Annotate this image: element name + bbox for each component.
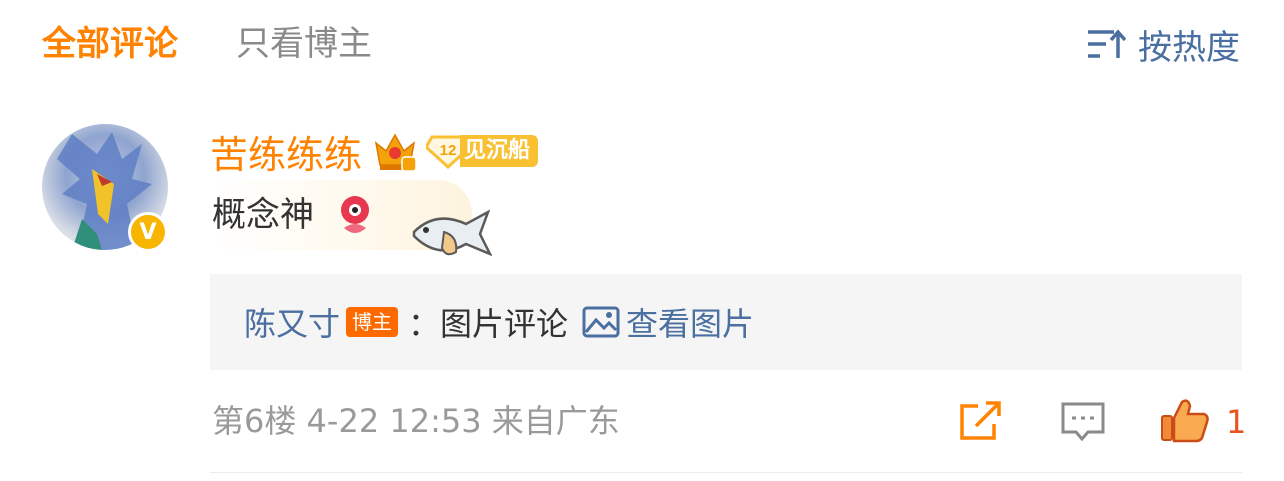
comment-time: 4-22 12:53 <box>306 402 482 440</box>
crown-vip-icon <box>374 133 417 172</box>
fan-level-number: 12 <box>440 142 457 159</box>
comment-text: 概念神 <box>212 195 314 235</box>
reply-separator: ： <box>408 305 441 343</box>
comment-location: 来自广东 <box>491 402 620 440</box>
reply-comment-icon[interactable] <box>1060 400 1106 442</box>
reply-preview-box[interactable]: 陈又寸 博主 ： 图片评论 查看图片 <box>210 274 1242 370</box>
reply-line: 陈又寸 博主 ： 图片评论 查看图片 <box>244 298 754 346</box>
sort-label: 按热度 <box>1138 27 1240 68</box>
like-thumb-icon[interactable] <box>1160 396 1210 444</box>
weibo-emoji-icon <box>341 196 369 233</box>
comment-author-row: 苦练练练 12 见沉船 <box>210 124 539 179</box>
fan-level-badge: 12 见沉船 <box>426 134 539 169</box>
reply-author[interactable]: 陈又寸 <box>244 299 340 345</box>
blogger-badge: 博主 <box>346 307 399 337</box>
tab-all-comments[interactable]: 全部评论 <box>42 18 178 70</box>
comment-meta: 第6楼 4-22 12:53 来自广东 <box>212 396 620 446</box>
verified-badge-icon: V <box>128 212 168 252</box>
sort-icon <box>1088 29 1126 58</box>
sort-by-popularity-button[interactable]: 按热度 <box>1086 18 1240 70</box>
comment-floor: 第6楼 <box>212 402 297 440</box>
divider <box>210 472 1242 473</box>
share-icon[interactable] <box>958 400 1004 442</box>
fan-badge-text: 见沉船 <box>460 135 539 167</box>
fish-decoration-icon <box>412 209 492 257</box>
tab-blogger-only[interactable]: 只看博主 <box>236 18 372 70</box>
view-image-link[interactable]: 查看图片 <box>582 299 754 345</box>
like-count: 1 <box>1226 403 1247 441</box>
view-image-label: 查看图片 <box>626 305 755 343</box>
reply-content: 图片评论 <box>440 305 569 343</box>
image-icon <box>582 306 620 338</box>
comment-tabs: 全部评论 只看博主 <box>42 18 430 70</box>
comment-username[interactable]: 苦练练练 <box>210 124 362 179</box>
